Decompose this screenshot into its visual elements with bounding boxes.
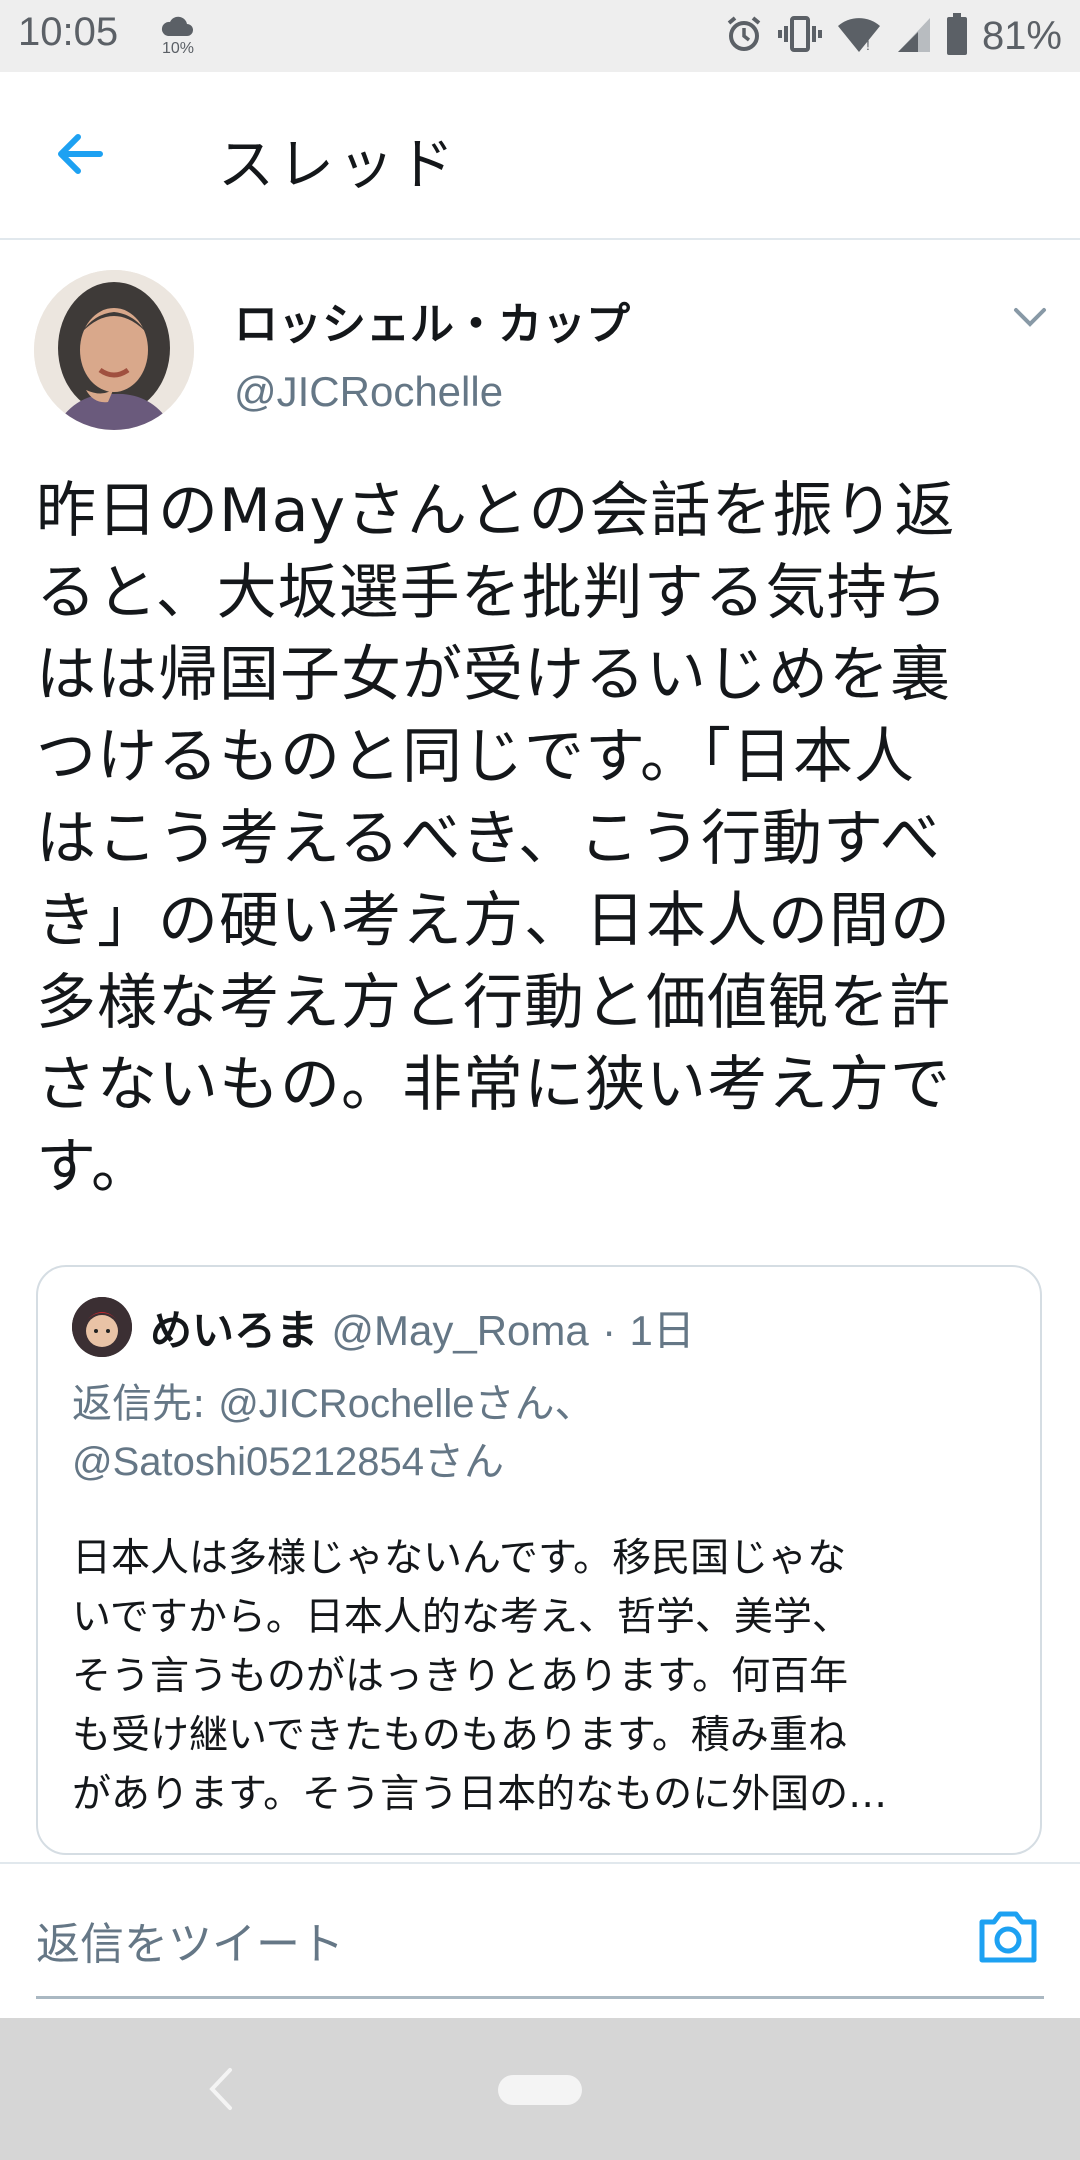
page-title: スレッド [218, 133, 458, 198]
author-handle[interactable]: @JICRochelle [234, 368, 503, 416]
rain-chance: 10% [162, 40, 195, 57]
quoted-line: いですから。日本人的な考え、哲学、美学、 [72, 1595, 851, 1640]
reply-prefix: 返信先: [72, 1381, 206, 1427]
tweet-line: はこう考えるべき、こう行動すべ [36, 804, 941, 874]
status-time: 10:05 [18, 10, 119, 54]
wifi-icon: ! [836, 14, 882, 58]
reply-input[interactable]: 返信をツイート [36, 1908, 344, 1972]
quoted-author-name: めいろま [150, 1306, 319, 1355]
tweet-text: 昨日のMayさんとの会話を振り返 ると、大坂選手を批判する気持ち はは帰国子女が… [36, 470, 1046, 1208]
author-name[interactable]: ロッシェル・カップ [234, 288, 630, 352]
signal-icon [896, 14, 932, 58]
quoted-avatar [72, 1297, 132, 1357]
top-app-bar: スレッド [0, 72, 1080, 240]
reply-underline [36, 1996, 1044, 1999]
quoted-header: めいろま @May_Roma · 1日 [150, 1297, 695, 1358]
vibrate-icon [777, 14, 822, 58]
back-arrow-icon[interactable] [50, 124, 110, 184]
nav-back-icon[interactable] [200, 2064, 240, 2114]
divider [0, 1862, 1080, 1864]
tweet-line: ると、大坂選手を批判する気持ち [36, 558, 949, 628]
tweet-line: 昨日のMayさんとの会話を振り返 [36, 476, 956, 546]
tweet-line: す。 [36, 1132, 152, 1202]
quoted-tweet-card[interactable]: めいろま @May_Roma · 1日 返信先: @JICRochelleさん、… [36, 1265, 1042, 1855]
tweet-line: 多様な考え方と行動と価値観を許 [36, 968, 951, 1038]
avatar[interactable] [34, 270, 194, 430]
svg-text:!: ! [866, 37, 870, 53]
quoted-line: も受け継いできたものもあります。積み重ね [72, 1713, 847, 1758]
quoted-time: 1日 [629, 1307, 695, 1354]
quoted-author-handle: @May_Roma [331, 1307, 589, 1354]
quoted-line: 日本人は多様じゃないんです。移民国じゃな [72, 1536, 847, 1581]
quoted-tweet-text: 日本人は多様じゃないんです。移民国じゃな いですから。日本人的な考え、哲学、美学… [72, 1529, 1012, 1824]
reply-context: 返信先: @JICRochelleさん、 @Satoshi05212854さん [72, 1375, 1012, 1491]
battery-percent: 81% [981, 13, 1062, 58]
status-bar: 10:05 10% ! 81% [0, 0, 1080, 72]
separator-dot: · [602, 1307, 617, 1354]
nav-home-pill[interactable] [498, 2075, 582, 2105]
system-nav-bar [0, 2018, 1080, 2160]
quoted-line: があります。そう言う日本的なものに外国の… [72, 1772, 888, 1817]
chevron-down-icon[interactable] [1010, 302, 1050, 332]
reply-mention[interactable]: @Satoshi05212854さん [72, 1440, 504, 1484]
tweet-line: さないもの。非常に狭い考え方で [36, 1050, 951, 1120]
reply-mention[interactable]: @JICRochelleさん、 [218, 1382, 594, 1426]
quoted-line: そう言うものがはっきりとあります。何百年 [72, 1654, 849, 1699]
alarm-icon [724, 14, 764, 58]
battery-icon [946, 13, 968, 59]
tweet-line: つけるものと同じです。「日本人 [36, 722, 915, 792]
cloud-icon: 10% [160, 14, 200, 62]
tweet-line: はは帰国子女が受けるいじめを裏 [36, 640, 951, 710]
camera-icon[interactable] [976, 1906, 1040, 1966]
tweet-line: き」の硬い考え方、日本人の間の [36, 886, 951, 956]
